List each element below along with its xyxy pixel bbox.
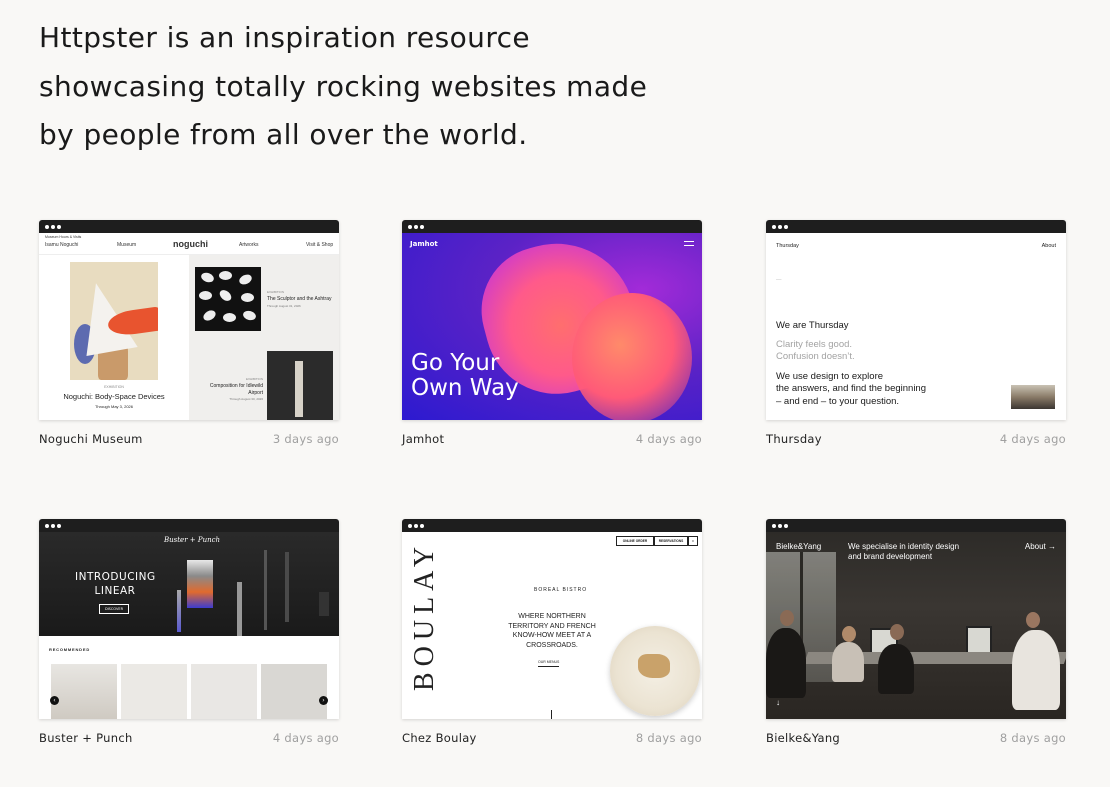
sculpture-image — [267, 351, 333, 420]
site-name[interactable]: Bielke&Yang — [766, 731, 840, 745]
site-card-bielke-yang[interactable]: Bielke&Yang We specialise in identity de… — [766, 519, 1066, 745]
bielke-logo: Bielke&Yang — [776, 542, 822, 551]
site-name[interactable]: Noguchi Museum — [39, 432, 143, 446]
hero-image: Buster + Punch INTRODUCING LINEAR DISCOV… — [39, 532, 339, 636]
interior-image — [1011, 385, 1055, 409]
discover-button: DISCOVER — [99, 604, 129, 614]
site-thumbnail[interactable]: Jamhot Go Your Own Way — [402, 220, 702, 420]
stones-image — [195, 267, 261, 331]
site-card-chez-boulay[interactable]: BOULAY ONLINE ORDER RESERVATIONS ≡ BOREA… — [402, 519, 702, 745]
post-date: 8 days ago — [635, 731, 702, 745]
post-date: 3 days ago — [272, 432, 339, 446]
site-thumbnail[interactable]: Museum Hours & Visits Isamu Noguchi Muse… — [39, 220, 339, 420]
carousel-next-icon: › — [319, 696, 328, 705]
browser-chrome — [766, 519, 1066, 532]
carousel-prev-icon: ‹ — [50, 696, 59, 705]
site-name[interactable]: Buster + Punch — [39, 731, 133, 745]
site-thumbnail[interactable]: BOULAY ONLINE ORDER RESERVATIONS ≡ BOREA… — [402, 519, 702, 719]
browser-chrome — [39, 519, 339, 532]
site-card-jamhot[interactable]: Jamhot Go Your Own Way Jamhot 4 days ago — [402, 220, 702, 446]
site-card-buster-punch[interactable]: Buster + Punch INTRODUCING LINEAR DISCOV… — [39, 519, 339, 745]
noguchi-logo: noguchi — [173, 239, 208, 249]
noguchi-nav: Museum Hours & Visits Isamu Noguchi Muse… — [39, 233, 339, 255]
buster-logo: Buster + Punch — [164, 536, 221, 544]
post-date: 8 days ago — [999, 731, 1066, 745]
intro-text: Httpster is an inspiration resource show… — [39, 14, 699, 160]
thursday-logo: Thursday — [776, 243, 799, 249]
thursday-about: About — [1041, 243, 1056, 249]
browser-chrome — [402, 220, 702, 233]
site-thumbnail[interactable]: Bielke&Yang We specialise in identity de… — [766, 519, 1066, 719]
bielke-about-link: About → — [1024, 542, 1056, 551]
site-name[interactable]: Jamhot — [402, 432, 444, 446]
post-date: 4 days ago — [272, 731, 339, 745]
browser-chrome — [766, 220, 1066, 233]
site-thumbnail[interactable]: Buster + Punch INTRODUCING LINEAR DISCOV… — [39, 519, 339, 719]
buster-headline: INTRODUCING LINEAR — [75, 571, 156, 597]
site-name[interactable]: Thursday — [766, 432, 822, 446]
intro-line: showcasing totally rocking websites made — [39, 69, 648, 103]
menu-icon — [684, 241, 694, 246]
site-card-thursday[interactable]: Thursday About — We are Thursday Clarity… — [766, 220, 1066, 446]
post-date: 4 days ago — [999, 432, 1066, 446]
jamhot-logo: Jamhot — [410, 240, 438, 248]
browser-chrome — [39, 220, 339, 233]
intro-line: Httpster is an inspiration resource — [39, 21, 531, 54]
menu-icon: ≡ — [688, 536, 698, 546]
site-card-noguchi[interactable]: Museum Hours & Visits Isamu Noguchi Muse… — [39, 220, 339, 446]
reservations-button: RESERVATIONS — [654, 536, 688, 546]
site-thumbnail[interactable]: Thursday About — We are Thursday Clarity… — [766, 220, 1066, 420]
browser-chrome — [402, 519, 702, 532]
artwork-image — [70, 262, 158, 380]
site-name[interactable]: Chez Boulay — [402, 731, 477, 745]
intro-line: by people from all over the world. — [39, 118, 528, 151]
scroll-down-icon: ↓ — [776, 698, 780, 707]
boulay-vertical-logo: BOULAY — [409, 540, 441, 692]
post-date: 4 days ago — [635, 432, 702, 446]
jamhot-headline: Go Your Own Way — [411, 350, 519, 401]
online-order-button: ONLINE ORDER — [616, 536, 654, 546]
